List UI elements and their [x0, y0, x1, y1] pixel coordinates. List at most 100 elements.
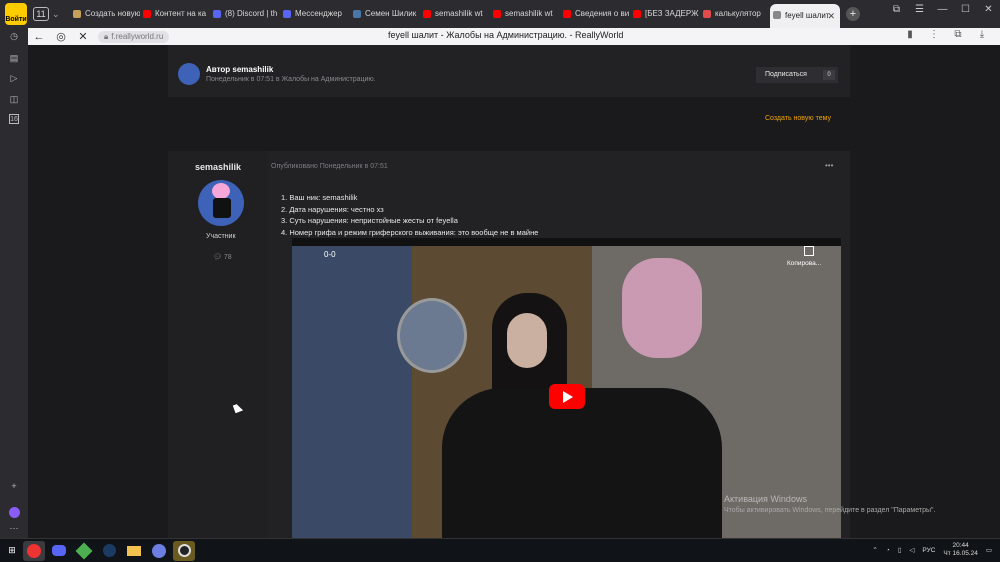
yandex-icon [703, 10, 711, 18]
list-item: 1. Ваш ник: semashilik [281, 193, 358, 202]
back-icon[interactable]: ← [28, 31, 50, 43]
youtube-icon [493, 10, 501, 18]
tab-label: semashilik wt [505, 9, 553, 18]
close-icon[interactable]: ✕ [827, 4, 835, 28]
scrollbar[interactable] [990, 45, 1000, 538]
chevron-down-icon[interactable]: ⌄ [52, 9, 62, 20]
protect-icon[interactable]: ◎ [50, 30, 72, 43]
menu-icon[interactable]: ☰ [908, 0, 931, 20]
video-title[interactable]: 0-0 [324, 250, 336, 259]
avatar[interactable] [178, 63, 200, 85]
avatar-decoration [212, 183, 230, 199]
browser-tab[interactable]: (8) Discord | th [210, 3, 280, 25]
stop-icon[interactable]: ✕ [72, 30, 94, 43]
address-bar: ← ◎ ✕ 🔒︎ f.reallyworld.ru feyell шалит - … [28, 28, 1000, 45]
post-author-avatar[interactable] [198, 180, 244, 226]
create-topic-link[interactable]: Создать новую тему [765, 115, 831, 122]
address-actions: ▮ ⋮ ⧉ ⤓ [898, 29, 994, 40]
browser-tab[interactable]: semashilik wt [490, 3, 560, 25]
notifications-icon[interactable]: ▭ [986, 546, 992, 554]
browser-tab-bar: Войти 11 ⌄ Создать новую Контент на ка (… [0, 0, 1000, 28]
tray-chevron-icon[interactable]: ⌃ [872, 546, 877, 554]
browser-tab[interactable]: [БЕЗ ЗАДЕРЖ [630, 3, 700, 25]
tab-label: Сведения о ви [575, 9, 630, 18]
yandex-account-button[interactable]: Войти [5, 3, 27, 25]
clock[interactable]: 20:44 Чт 16.05.24 [943, 542, 977, 558]
tab-label: Контент на ка [155, 9, 207, 18]
tab-label: [БЕЗ ЗАДЕРЖ [645, 9, 699, 18]
chrome-icon[interactable] [148, 541, 170, 561]
browser-tab[interactable]: Сведения о ви [560, 3, 630, 25]
youtube-icon [563, 10, 571, 18]
tab-label: semashilik wt [435, 9, 483, 18]
browser-tab[interactable]: Контент на ка [140, 3, 210, 25]
file-explorer-icon[interactable] [123, 541, 145, 561]
alice-icon[interactable] [9, 507, 20, 518]
youtube-embed[interactable]: 0-0 Копирова... [292, 238, 841, 538]
youtube-icon [143, 10, 151, 18]
video-frame-fan [397, 298, 467, 373]
video-frame-hand [622, 258, 702, 358]
url-field[interactable]: 🔒︎ f.reallyworld.ru [98, 30, 170, 43]
more-icon[interactable]: ⋮ [922, 29, 946, 40]
comment-icon: 💬︎ [213, 254, 224, 261]
play-button[interactable] [549, 384, 585, 409]
add-icon[interactable]: + [9, 481, 19, 491]
more-dots-icon[interactable]: ⋯ [9, 523, 19, 533]
tab-label: Создать новую [85, 9, 140, 18]
extensions-icon[interactable]: ⧉ [946, 29, 970, 40]
copy-link-label[interactable]: Копирова... [787, 260, 821, 267]
windows-start-icon[interactable]: ⊞ [4, 541, 20, 561]
bookmark-icon[interactable]: ▮ [898, 29, 922, 40]
notes-icon[interactable]: ▤ [9, 53, 19, 63]
page-content: Автор semashilik Понедельник в 07:51 в Ж… [28, 45, 990, 538]
tab-label: калькулятор [715, 9, 761, 18]
window-controls: ⧉ ☰ — ☐ ✕ [885, 0, 1000, 20]
browser-tab[interactable]: калькулятор [700, 3, 770, 25]
post-menu-icon[interactable]: ••• [825, 161, 833, 170]
loading-icon [773, 11, 781, 19]
youtube-icon [633, 10, 641, 18]
screenshot-icon[interactable]: ◫ [9, 94, 19, 104]
copy-link-icon[interactable] [804, 246, 814, 256]
post-count-value: 78 [223, 254, 232, 261]
system-tray: ⌃ ◔ ▯ ◁ РУС 20:44 Чт 16.05.24 ▭ [864, 542, 992, 558]
post-author-role: Участник [206, 233, 236, 240]
browser-sidebar: ◷ ▤ ▷ ◫ 16 + ⋯ [0, 28, 28, 538]
obs-icon[interactable] [173, 540, 195, 561]
tab-count-button[interactable]: 11 [33, 7, 49, 21]
video-icon[interactable]: ▷ [9, 73, 19, 83]
post-author-name[interactable]: semashilik [195, 162, 241, 172]
browser-tab[interactable]: Мессенджер [280, 3, 350, 25]
steam-icon[interactable] [98, 541, 120, 561]
sidebar-badge[interactable]: 16 [9, 114, 19, 124]
network-icon[interactable]: ◔ [886, 547, 890, 554]
favicon-icon [73, 10, 81, 18]
history-icon[interactable]: ◷ [9, 31, 19, 41]
minecraft-launcher-icon[interactable] [73, 541, 95, 561]
language-indicator[interactable]: РУС [922, 547, 935, 554]
new-tab-button[interactable]: + [846, 7, 860, 21]
close-window-icon[interactable]: ✕ [977, 0, 1000, 20]
list-item: 3. Суть нарушения: непристойные жесты от… [281, 216, 458, 226]
yandex-browser-icon[interactable] [23, 540, 45, 561]
download-icon[interactable]: ⤓ [970, 29, 994, 40]
browser-tab[interactable]: Семен Шилик [350, 3, 420, 25]
browser-tab[interactable]: Создать новую [70, 3, 140, 25]
follow-label: Подписаться [765, 71, 807, 78]
volume-icon[interactable]: ◁ [909, 546, 914, 554]
clock-date: Чт 16.05.24 [943, 550, 978, 557]
browser-tab-active[interactable]: feyell шалит ✕ [770, 4, 840, 28]
battery-icon[interactable]: ▯ [898, 546, 902, 554]
follow-count: 0 [823, 70, 835, 80]
windows-activation-subtitle: Чтобы активировать Windows, перейдите в … [724, 507, 936, 514]
topic-author[interactable]: Автор semashilik [206, 65, 273, 74]
minimize-icon[interactable]: — [931, 0, 954, 20]
video-frame-face [507, 313, 547, 368]
vk-icon [353, 10, 361, 18]
follow-button[interactable]: Подписаться 0 [756, 67, 838, 83]
discord-icon[interactable] [48, 541, 70, 561]
collections-icon[interactable]: ⧉ [885, 0, 908, 20]
maximize-icon[interactable]: ☐ [954, 0, 977, 20]
browser-tab[interactable]: semashilik wt [420, 3, 490, 25]
